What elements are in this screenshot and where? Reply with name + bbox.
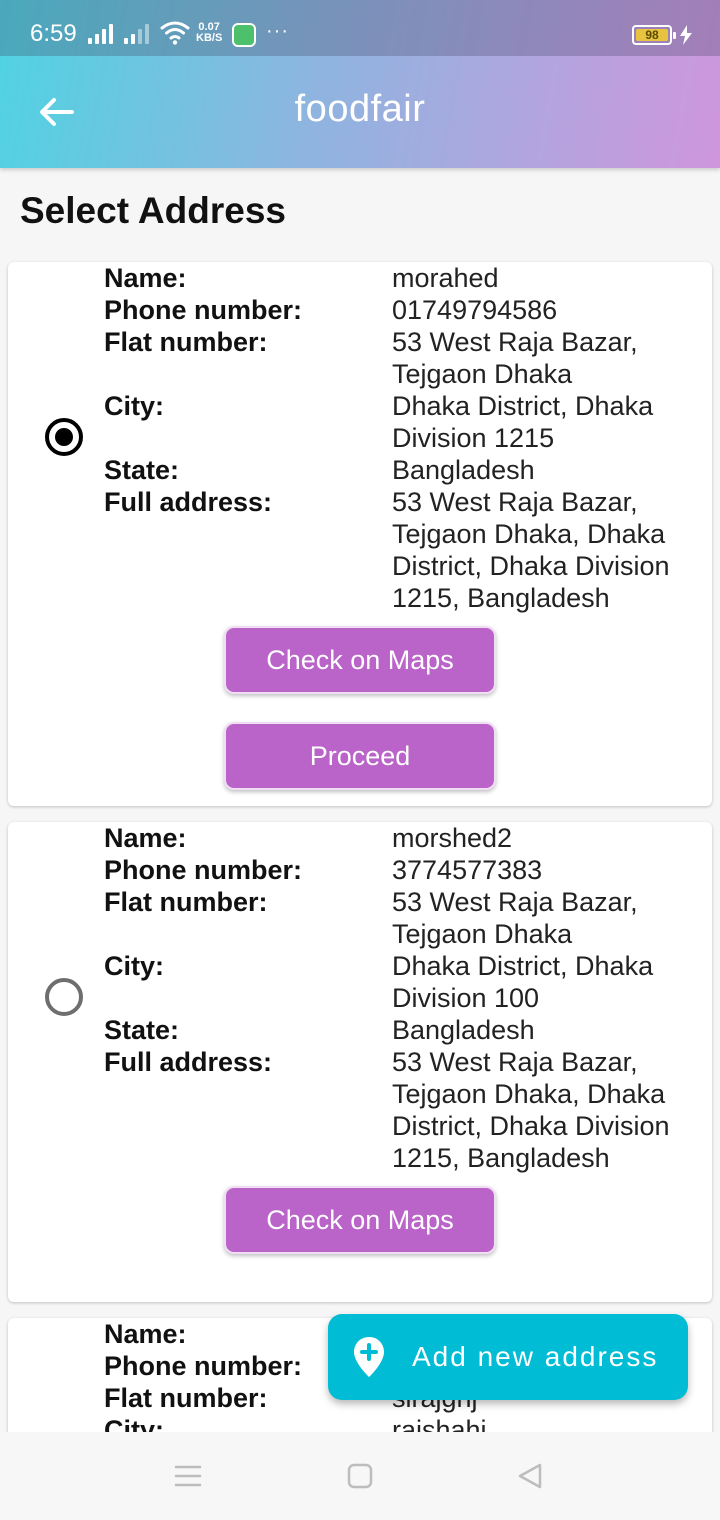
flat-value: 53 West Raja Bazar, Tejgaon Dhaka <box>392 887 638 949</box>
address-details: Name: morahed Phone number: 01749794586 … <box>104 262 704 614</box>
network-speed: 0.07 KB/S <box>196 21 223 44</box>
add-location-icon <box>354 1337 384 1377</box>
full-address-row: Full address: 53 West Raja Bazar, Tejgao… <box>104 1046 704 1174</box>
page-title: Select Address <box>20 190 286 231</box>
state-value: Bangladesh <box>392 1015 535 1045</box>
city-value: Dhaka District, Dhaka Division 1215 <box>392 391 654 453</box>
signal-icon <box>88 22 113 44</box>
address-card[interactable]: Name: morahed Phone number: 01749794586 … <box>8 262 712 806</box>
flat-value: 53 West Raja Bazar, Tejgaon Dhaka <box>392 327 638 389</box>
battery-icon: 98 <box>632 25 676 45</box>
flat-row: Flat number: 53 West Raja Bazar, Tejgaon… <box>104 326 704 390</box>
more-notifications-icon: ··· <box>266 20 289 42</box>
address-radio[interactable] <box>45 978 83 1016</box>
status-time: 6:59 <box>30 20 77 47</box>
phone-row: Phone number: 01749794586 <box>104 294 704 326</box>
phone-value: 3774577383 <box>392 855 543 885</box>
screen: 6:59 0.07 KB/S ··· 98 foodfair Select Ad… <box>0 0 720 1520</box>
address-card[interactable]: Name: morshed2 Phone number: 3774577383 … <box>8 822 712 1302</box>
name-value: morahed <box>392 263 499 293</box>
name-row: Name: morshed2 <box>104 822 704 854</box>
menu-icon[interactable] <box>174 1462 202 1490</box>
notification-app-icon <box>232 23 256 47</box>
state-row: State: Bangladesh <box>104 1014 704 1046</box>
app-header: 6:59 0.07 KB/S ··· 98 foodfair <box>0 0 720 168</box>
full-address-value: 53 West Raja Bazar, Tejgaon Dhaka, Dhaka… <box>392 487 670 613</box>
proceed-button[interactable]: Proceed <box>224 722 496 790</box>
phone-row: Phone number: 3774577383 <box>104 854 704 886</box>
check-on-maps-button[interactable]: Check on Maps <box>224 626 496 694</box>
charging-icon <box>680 25 692 45</box>
add-new-address-label: Add new address <box>412 1341 659 1372</box>
address-radio-selected[interactable] <box>45 418 83 456</box>
phone-value: 01749794586 <box>392 295 558 325</box>
app-title: foodfair <box>294 88 426 130</box>
signal-icon-2 <box>124 22 149 44</box>
home-square-icon[interactable] <box>346 1462 374 1490</box>
name-value: morshed2 <box>392 823 513 853</box>
system-nav-bar <box>0 1432 720 1520</box>
flat-row: Flat number: 53 West Raja Bazar, Tejgaon… <box>104 886 704 950</box>
full-address-row: Full address: 53 West Raja Bazar, Tejgao… <box>104 486 704 614</box>
battery-level: 98 <box>636 29 668 41</box>
add-new-address-button[interactable]: Add new address <box>328 1314 688 1400</box>
name-row: Name: morahed <box>104 262 704 294</box>
city-row: City: Dhaka District, Dhaka Division 100 <box>104 950 704 1014</box>
city-row: City: Dhaka District, Dhaka Division 121… <box>104 390 704 454</box>
city-value: Dhaka District, Dhaka Division 100 <box>392 951 654 1013</box>
state-value: Bangladesh <box>392 455 535 485</box>
check-on-maps-button[interactable]: Check on Maps <box>224 1186 496 1254</box>
address-details: Name: morshed2 Phone number: 3774577383 … <box>104 822 704 1174</box>
full-address-value: 53 West Raja Bazar, Tejgaon Dhaka, Dhaka… <box>392 1047 670 1173</box>
state-row: State: Bangladesh <box>104 454 704 486</box>
back-triangle-icon[interactable] <box>516 1462 544 1490</box>
wifi-icon <box>160 21 190 45</box>
